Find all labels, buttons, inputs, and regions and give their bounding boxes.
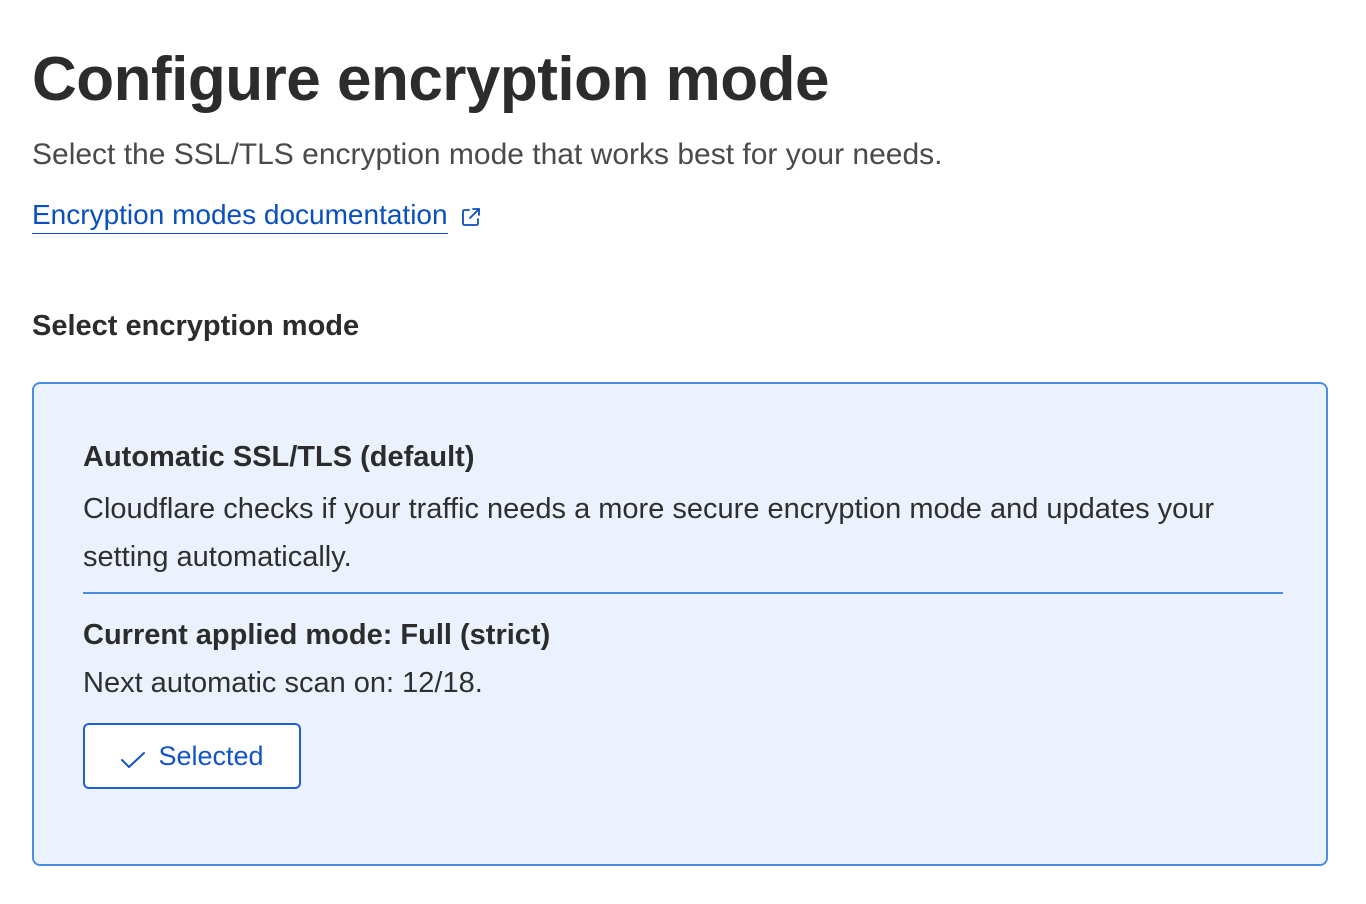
check-icon [120, 746, 146, 768]
external-link-icon[interactable] [460, 206, 482, 228]
selected-button-label: Selected [158, 740, 264, 771]
next-scan-date: Next automatic scan on: 12/18. [83, 667, 483, 699]
automatic-ssl-tls-option-card[interactable]: Automatic SSL/TLS (default) Cloudflare c… [32, 382, 1328, 866]
encryption-modes-documentation-link[interactable]: Encryption modes documentation [32, 198, 448, 234]
option-title: Automatic SSL/TLS (default) [83, 441, 475, 473]
current-applied-mode: Current applied mode: Full (strict) [83, 619, 551, 651]
section-heading: Select encryption mode [32, 310, 360, 342]
documentation-link-group: Encryption modes documentation [32, 198, 482, 234]
selected-button[interactable]: Selected [83, 723, 301, 789]
page-title: Configure encryption mode [32, 45, 829, 114]
page-subtitle: Select the SSL/TLS encryption mode that … [32, 138, 943, 171]
card-divider [83, 592, 1283, 594]
option-description: Cloudflare checks if your traffic needs … [83, 493, 1215, 573]
